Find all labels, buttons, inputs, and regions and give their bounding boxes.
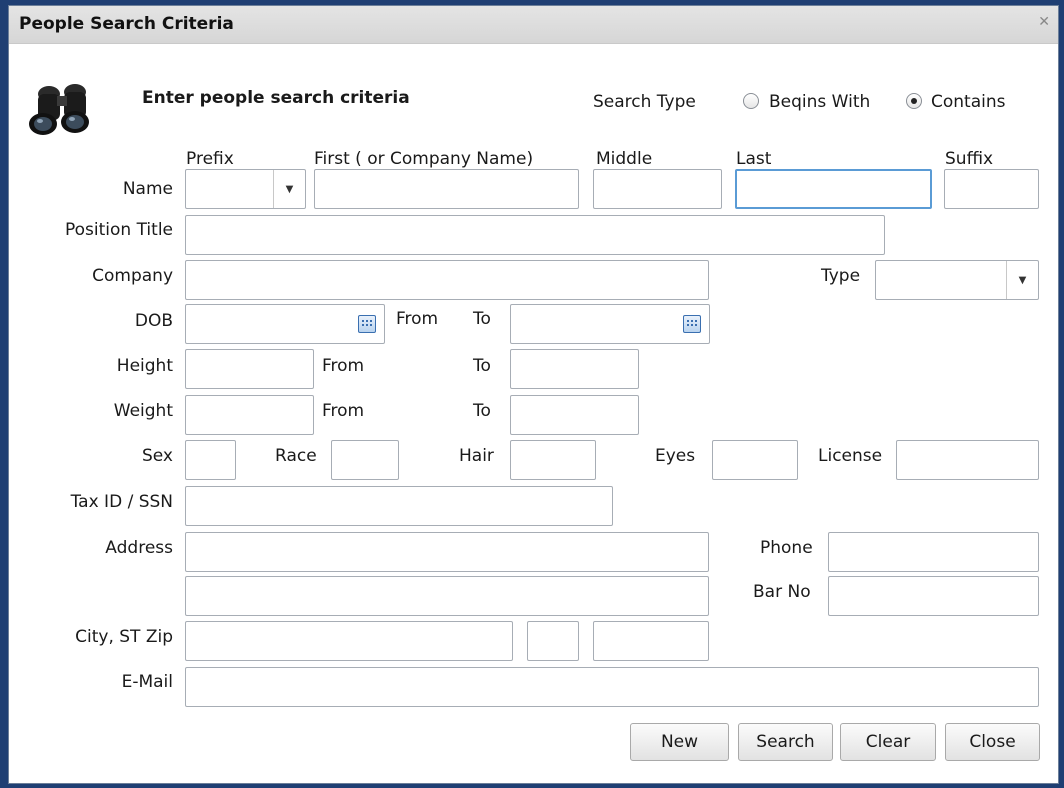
dob-from-label: From — [396, 309, 439, 329]
weight-from-input[interactable] — [185, 395, 314, 435]
dob-to-input[interactable] — [510, 304, 710, 344]
tax-id-label: Tax ID / SSN — [70, 492, 173, 512]
address-label: Address — [105, 538, 173, 558]
dialog-title: People Search Criteria — [19, 14, 234, 34]
zip-input[interactable] — [593, 621, 709, 661]
last-name-input[interactable] — [735, 169, 932, 209]
page-heading: Enter people search criteria — [142, 88, 410, 108]
phone-label: Phone — [760, 538, 813, 558]
weight-label: Weight — [113, 401, 173, 421]
title-bar: People Search Criteria ✕ — [9, 6, 1058, 44]
dob-to-label: To — [473, 309, 491, 329]
search-type-label: Search Type — [593, 92, 696, 112]
prefix-select[interactable]: ▼ — [185, 169, 306, 209]
email-input[interactable] — [185, 667, 1039, 707]
clear-button[interactable]: Clear — [840, 723, 936, 761]
prefix-header: Prefix — [186, 149, 234, 169]
middle-header: Middle — [596, 149, 653, 169]
weight-from-label: From — [322, 401, 365, 421]
radio-begins-with[interactable] — [743, 93, 759, 109]
search-button[interactable]: Search — [738, 723, 833, 761]
height-to-input[interactable] — [510, 349, 639, 389]
position-title-input[interactable] — [185, 215, 885, 255]
position-title-label: Position Title — [64, 220, 173, 240]
close-icon[interactable]: ✕ — [1038, 15, 1050, 29]
height-from-label: From — [322, 356, 365, 376]
dob-label: DOB — [134, 311, 173, 331]
binoculars-icon — [29, 84, 89, 135]
company-input[interactable] — [185, 260, 709, 300]
eyes-label: Eyes — [655, 446, 696, 466]
suffix-header: Suffix — [945, 149, 994, 169]
bar-no-label: Bar No — [753, 582, 811, 602]
hair-input[interactable] — [510, 440, 596, 480]
sex-label: Sex — [141, 446, 173, 466]
type-label: Type — [821, 266, 861, 286]
suffix-input[interactable] — [944, 169, 1039, 209]
radio-contains-label[interactable]: Contains — [931, 92, 1005, 112]
close-button[interactable]: Close — [945, 723, 1040, 761]
dob-from-input[interactable] — [185, 304, 385, 344]
sex-input[interactable] — [185, 440, 236, 480]
height-from-input[interactable] — [185, 349, 314, 389]
radio-contains[interactable] — [906, 93, 922, 109]
bar-no-input[interactable] — [828, 576, 1039, 616]
race-label: Race — [275, 446, 317, 466]
first-name-header: First ( or Company Name) — [314, 149, 534, 169]
weight-to-input[interactable] — [510, 395, 639, 435]
license-input[interactable] — [896, 440, 1039, 480]
new-button[interactable]: New — [630, 723, 729, 761]
address-line2-input[interactable] — [185, 576, 709, 616]
type-select[interactable]: ▼ — [875, 260, 1039, 300]
calendar-icon[interactable] — [358, 315, 376, 333]
weight-to-label: To — [473, 401, 491, 421]
name-label: Name — [122, 179, 173, 199]
state-input[interactable] — [527, 621, 579, 661]
calendar-icon[interactable] — [683, 315, 701, 333]
hair-label: Hair — [459, 446, 494, 466]
email-label: E-Mail — [121, 672, 173, 692]
eyes-input[interactable] — [712, 440, 798, 480]
chevron-down-icon[interactable]: ▼ — [1006, 261, 1038, 299]
height-label: Height — [116, 356, 173, 376]
license-label: License — [818, 446, 883, 466]
middle-name-input[interactable] — [593, 169, 722, 209]
height-to-label: To — [473, 356, 491, 376]
company-label: Company — [92, 266, 173, 286]
city-st-zip-label: City, ST Zip — [75, 627, 173, 647]
chevron-down-icon[interactable]: ▼ — [273, 170, 305, 208]
radio-begins-with-label[interactable]: Beqins With — [769, 92, 870, 112]
first-name-input[interactable] — [314, 169, 579, 209]
tax-id-input[interactable] — [185, 486, 613, 526]
last-header: Last — [736, 149, 772, 169]
phone-input[interactable] — [828, 532, 1039, 572]
city-input[interactable] — [185, 621, 513, 661]
people-search-dialog: People Search Criteria ✕ Enter people se… — [8, 5, 1059, 784]
race-input[interactable] — [331, 440, 399, 480]
address-line1-input[interactable] — [185, 532, 709, 572]
